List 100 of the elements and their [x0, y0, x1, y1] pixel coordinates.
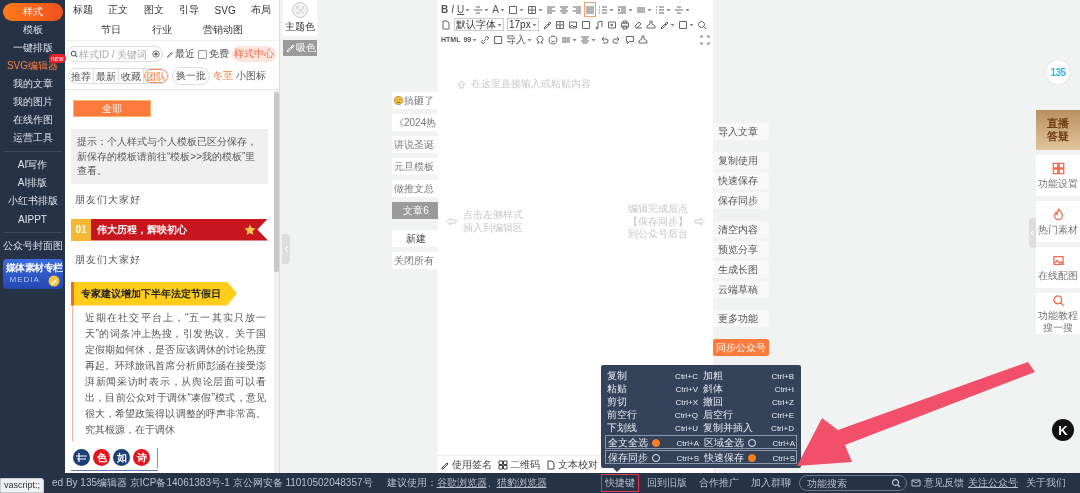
title-banner[interactable]: 伟大历程，辉映初心 — [91, 218, 268, 241]
sidebar-item[interactable]: 公众号封面图 — [2, 237, 63, 255]
sidebar-item[interactable]: 模板 — [2, 21, 63, 39]
category-tab[interactable]: 布局 — [251, 3, 272, 17]
sidebar-item[interactable]: 一键排版 — [2, 39, 63, 57]
editor-tool[interactable]: 二维码 — [498, 457, 540, 472]
search-input[interactable]: 样式ID / 关键词 — [79, 48, 151, 60]
action-button[interactable]: 导入文章 — [713, 123, 769, 140]
category-tab[interactable]: 营销动图 — [203, 23, 244, 37]
article-tab[interactable]: 搞砸了 — [392, 92, 438, 109]
category-tab[interactable]: 引导 — [179, 3, 200, 17]
stamp-button[interactable] — [645, 18, 656, 31]
comment-button[interactable] — [625, 33, 636, 46]
sidebar-item[interactable]: 我的文章 — [2, 75, 63, 93]
action-button[interactable]: 快速保存 — [713, 172, 769, 189]
font-family-select[interactable]: 默认字体 — [454, 18, 504, 31]
clear-icon[interactable] — [152, 50, 160, 58]
italic-button[interactable]: I — [451, 3, 454, 16]
collapse-handle[interactable] — [1029, 218, 1036, 248]
document-button[interactable] — [441, 18, 451, 31]
rail-button[interactable]: 热门素材 — [1036, 201, 1080, 242]
action-button[interactable]: 清空内容 — [713, 221, 769, 238]
footer-link[interactable]: 回到旧版 — [643, 474, 691, 492]
category-tab[interactable]: 正文 — [108, 3, 129, 17]
image-button[interactable] — [567, 18, 578, 31]
omega-button[interactable] — [535, 33, 546, 46]
video-button[interactable] — [606, 18, 617, 31]
recent-button[interactable]: 最近 — [166, 47, 195, 61]
article-tab[interactable]: 讲说圣诞 — [392, 136, 438, 153]
article-tab[interactable]: 做推文总 — [392, 180, 438, 197]
sidebar-item[interactable]: AIPPT — [2, 210, 63, 228]
footer-link[interactable]: 合作推广 — [695, 474, 743, 492]
sidebar-item[interactable]: 在线作图 — [2, 111, 63, 129]
anchor-button[interactable] — [493, 33, 504, 46]
bold-button[interactable]: B — [441, 3, 449, 16]
new-button[interactable]: 新建 — [392, 230, 438, 247]
free-checkbox[interactable]: 免费 — [198, 47, 229, 61]
filter-tab[interactable]: 收藏 — [119, 69, 144, 83]
filter-tab[interactable]: 最新 — [94, 69, 119, 83]
feature-search-input[interactable]: 功能搜索 — [805, 476, 891, 490]
rail-button[interactable]: 功能教程搜一搜 — [1036, 293, 1080, 334]
table-button[interactable] — [554, 18, 565, 31]
rail-button[interactable]: 功能设置 — [1036, 155, 1080, 196]
article-tab[interactable]: 《2024热 — [392, 114, 438, 131]
fullscreen-button[interactable] — [700, 33, 710, 46]
print-button[interactable] — [619, 18, 630, 31]
sidebar-item[interactable]: 运营工具 — [2, 129, 63, 147]
font-size-select[interactable]: 17px — [507, 18, 539, 31]
browser-link[interactable]: 谷歌浏览器 — [436, 477, 487, 488]
scrollbar[interactable] — [274, 90, 279, 473]
action-button[interactable]: 预览分享 — [713, 241, 769, 258]
sidebar-item[interactable]: AI排版 — [2, 174, 63, 192]
media-card[interactable]: 媒体素材专栏 MEDIA — [2, 259, 63, 289]
radio-button[interactable] — [652, 439, 660, 447]
footer-link[interactable]: 快捷键 — [601, 474, 639, 492]
sample-text[interactable]: 朋友们大家好 — [71, 243, 268, 276]
sidebar-item[interactable]: 我的图片 — [2, 93, 63, 111]
article-tab[interactable]: 元旦模板 — [392, 158, 438, 175]
sample-paragraph[interactable]: 近期在社交平台上，“五一其实只放一天”的词条冲上热搜，引发热议。关于国定假期如何休，是否应该调休的讨论热度再起。环球旅讯首席分析师彭涵在接受澎湃新闻采访时表示，从舆论层面可以看出，目前公众对于调休“凑假”模式，意见很大，希望政策得以调整的呼声非常高。究其根源，在于调休 — [72, 305, 268, 442]
box-button[interactable] — [677, 18, 694, 31]
action-button[interactable]: 更多功能 — [713, 310, 769, 327]
rail-button[interactable]: 在线配图 — [1036, 247, 1080, 288]
editor-tool[interactable]: 文本校对 — [546, 457, 598, 472]
action-button[interactable]: 保存同步 — [713, 192, 769, 209]
category-tab[interactable]: 标题 — [72, 3, 93, 17]
strikethrough-button[interactable] — [473, 3, 490, 16]
theme-color-swatch[interactable]: 主题色 — [283, 0, 317, 36]
browser-link[interactable]: 猎豹浏览器 — [496, 477, 547, 488]
collapse-handle[interactable] — [282, 234, 290, 264]
editor-tool[interactable]: 使用签名 — [440, 457, 492, 472]
background-button[interactable] — [507, 3, 524, 16]
action-button[interactable]: 云端草稿 — [713, 281, 769, 298]
close-all-button[interactable]: 关闭所有 — [392, 252, 438, 269]
follow-link[interactable]: 关注公众号 — [968, 476, 1018, 490]
border-button[interactable] — [526, 3, 543, 16]
sidebar-item[interactable]: 小红书排版 — [2, 192, 63, 210]
footer-link[interactable]: 加入群聊 — [747, 474, 795, 492]
category-tab[interactable]: SVG — [214, 4, 236, 16]
live-qa-button[interactable]: 直播答疑 — [1036, 110, 1080, 150]
import-button[interactable]: 导入 — [506, 33, 533, 46]
sidebar-item[interactable]: AI写作 — [2, 156, 63, 174]
floating-button[interactable]: K — [1052, 419, 1074, 441]
filter-tab[interactable]: 推荐 — [69, 69, 94, 83]
action-button[interactable]: 复制使用 — [713, 152, 769, 169]
font-color-button[interactable]: A — [492, 3, 505, 16]
radio-button[interactable] — [748, 454, 756, 462]
tag-link[interactable]: 小图标 — [236, 69, 266, 83]
category-tab[interactable]: 行业 — [152, 23, 172, 37]
link-button[interactable] — [480, 33, 491, 46]
category-tab[interactable]: 图文 — [143, 3, 164, 17]
smile-button[interactable] — [548, 33, 559, 46]
search-button[interactable] — [696, 18, 707, 31]
music-button[interactable] — [593, 18, 604, 31]
indent-button[interactable] — [616, 3, 633, 16]
feedback-link[interactable]: 意见反馈 — [911, 476, 964, 490]
action-button[interactable]: 生成长图 — [713, 261, 769, 278]
frame-button[interactable] — [580, 18, 591, 31]
about-link[interactable]: 关于我们 — [1022, 474, 1070, 492]
category-tab[interactable]: 节日 — [100, 23, 121, 37]
underline-button[interactable]: U — [457, 3, 471, 16]
